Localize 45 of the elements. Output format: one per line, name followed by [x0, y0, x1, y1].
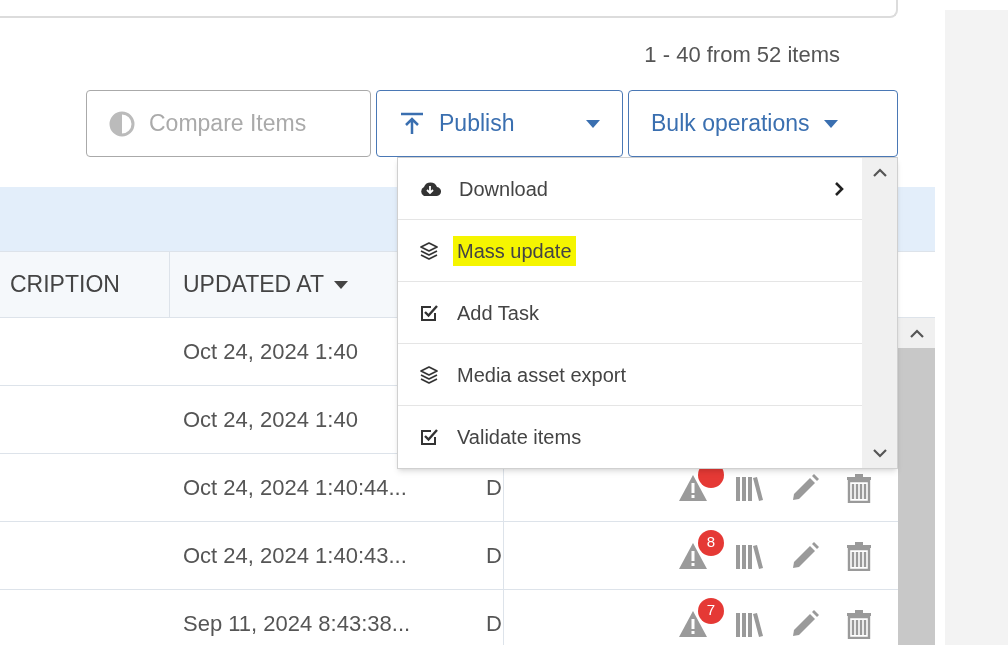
table-cell-text: D: [486, 610, 502, 638]
warning-icon[interactable]: [678, 609, 708, 638]
table-cell-text: Oct 24, 2024 1:40: [183, 338, 358, 366]
menu-label: Validate items: [457, 425, 582, 450]
count-badge: 7: [698, 597, 724, 624]
menu-label: Media asset export: [457, 362, 626, 388]
caret-down-icon: [823, 119, 838, 128]
layers-icon: [419, 240, 439, 261]
pencil-icon[interactable]: [790, 540, 820, 571]
table-cell-text: D: [486, 542, 502, 570]
trash-icon[interactable]: [846, 540, 872, 571]
item-count: 1 - 40 from 52 items: [644, 40, 840, 69]
warning-icon[interactable]: [678, 541, 708, 570]
layers-icon: [419, 364, 439, 385]
table-cell-text: Oct 24, 2024 1:40: [183, 406, 358, 434]
bulk-operations-button[interactable]: Bulk operations: [628, 90, 898, 157]
pencil-icon[interactable]: [790, 608, 820, 639]
table-cell-text: Oct 24, 2024 1:40:44...: [183, 474, 407, 502]
pencil-icon[interactable]: [790, 472, 820, 503]
trash-icon[interactable]: [846, 472, 872, 503]
menu-item[interactable]: Media asset export: [398, 344, 862, 406]
half-circle-icon: [109, 110, 135, 137]
trash-icon[interactable]: [846, 608, 872, 639]
column-header[interactable]: UPDATED AT: [183, 267, 324, 302]
menu-label: Add Task: [457, 300, 539, 326]
menu-scrollbar[interactable]: [862, 158, 897, 468]
menu-item[interactable]: Add Task: [398, 282, 862, 344]
table-cell-text: Sep 11, 2024 8:43:38...: [183, 610, 411, 638]
menu-label: Download: [459, 176, 548, 202]
checkbox-icon: [419, 427, 439, 447]
sort-down-icon[interactable]: [334, 280, 348, 289]
count-badge: 8: [698, 529, 724, 556]
scrollbar[interactable]: [898, 318, 935, 645]
cloud-download-icon: [419, 180, 441, 197]
upload-icon: [399, 111, 425, 136]
table-cell-text: Oct 24, 2024 1:40:43...: [183, 542, 407, 570]
menu-label: Mass update: [453, 235, 576, 266]
menu-item[interactable]: Mass update: [398, 220, 862, 282]
table-cell-text: D: [486, 474, 502, 502]
warning-icon[interactable]: [678, 473, 708, 502]
column-header[interactable]: CRIPTION: [10, 267, 120, 302]
menu-item[interactable]: Validate items: [398, 406, 862, 468]
caret-down-icon: [586, 119, 600, 128]
publish-button[interactable]: Publish: [376, 90, 623, 157]
menu-item[interactable]: Download: [398, 158, 862, 220]
